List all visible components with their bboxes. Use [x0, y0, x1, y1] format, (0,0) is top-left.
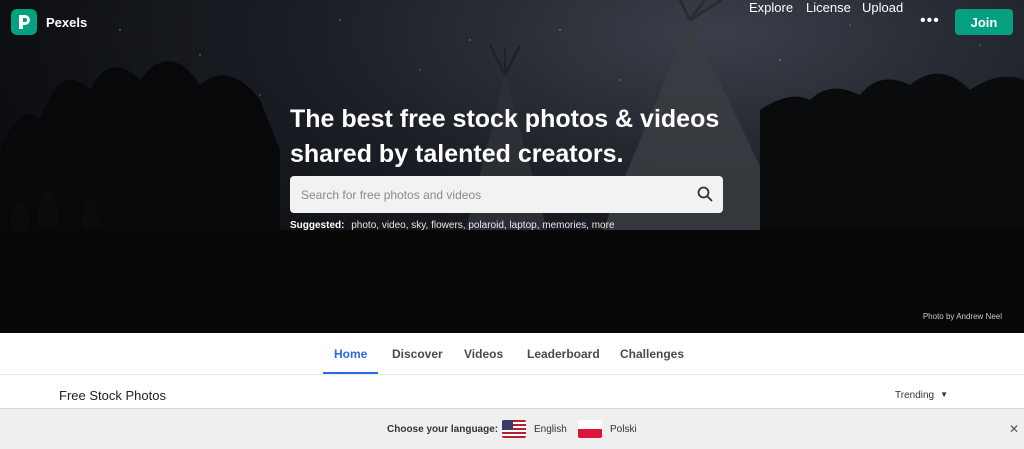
headline-line-1: The best free stock photos & videos: [290, 105, 720, 133]
language-option-english[interactable]: English: [502, 420, 567, 438]
search-bar: [290, 176, 723, 213]
caret-down-icon: ▼: [940, 390, 949, 399]
sort-label: Trending: [895, 390, 935, 401]
suggested-label: Suggested:: [290, 220, 345, 231]
nav-upload-link[interactable]: Upload: [862, 0, 903, 15]
more-menu-icon[interactable]: •••: [920, 13, 940, 29]
tab-videos[interactable]: Videos: [464, 347, 503, 361]
brand-name: Pexels: [46, 14, 88, 30]
suggested-terms[interactable]: photo, video, sky, flowers, polaroid, la…: [351, 220, 614, 231]
pexels-logo-icon: [11, 9, 37, 35]
hero-headline: The best free stock photos & videos shar…: [290, 102, 750, 172]
pl-flag-icon: [578, 420, 602, 438]
active-tab-indicator: [323, 372, 378, 374]
language-option-polski[interactable]: Polski: [578, 420, 637, 438]
language-english-label: English: [534, 423, 567, 435]
language-bar: Choose your language: English Polski ✕: [0, 408, 1024, 449]
search-input[interactable]: [290, 176, 690, 213]
search-icon[interactable]: [697, 186, 713, 202]
photo-credit[interactable]: Photo by Andrew Neel: [923, 312, 1002, 321]
sort-dropdown[interactable]: Trending ▼: [895, 390, 948, 401]
nav-license-link[interactable]: License: [806, 0, 851, 15]
tab-home[interactable]: Home: [334, 347, 367, 361]
join-button[interactable]: Join: [955, 9, 1013, 35]
language-polski-label: Polski: [610, 423, 637, 435]
language-label: Choose your language:: [387, 424, 499, 435]
top-navigation: Pexels Explore License Upload ••• Join: [0, 0, 1024, 44]
pexels-logo[interactable]: Pexels: [11, 9, 87, 35]
nav-explore-link[interactable]: Explore: [749, 0, 793, 15]
headline-line-2: shared by talented creators.: [290, 140, 624, 168]
close-icon[interactable]: ✕: [1009, 423, 1019, 435]
section-title: Free Stock Photos: [59, 388, 166, 403]
tab-leaderboard[interactable]: Leaderboard: [527, 347, 600, 361]
main-tabs: Home Discover Videos Leaderboard Challen…: [0, 333, 1024, 375]
tab-challenges[interactable]: Challenges: [620, 347, 684, 361]
us-flag-icon: [502, 420, 526, 438]
suggested-searches: Suggested: photo, video, sky, flowers, p…: [290, 220, 615, 231]
tab-discover[interactable]: Discover: [392, 347, 443, 361]
